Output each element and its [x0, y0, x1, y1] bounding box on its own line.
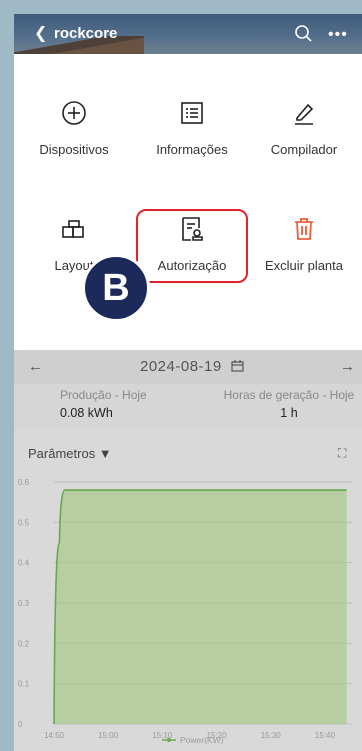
menu-item-label: Compilador	[270, 142, 338, 157]
selected-date[interactable]: 2024-08-19	[140, 358, 222, 375]
app-screen: ❮ rockcore ••• Dispositivos Informações …	[14, 14, 362, 751]
list-icon	[181, 102, 203, 124]
y-tick-label: 0.1	[18, 680, 30, 689]
app-header: ❮ rockcore •••	[14, 14, 362, 54]
fullscreen-icon[interactable]: ⛶	[338, 446, 346, 461]
x-tick-label: 15:00	[98, 731, 119, 740]
y-tick-label: 0.6	[18, 478, 30, 487]
next-day-arrow-icon[interactable]: →	[340, 358, 355, 375]
hours-label: Horas de geração - Hoje	[223, 388, 355, 402]
legend-label: Power(KW)	[180, 735, 224, 745]
menu-item-excluir-planta[interactable]: Excluir planta	[246, 214, 362, 273]
more-icon[interactable]: •••	[328, 26, 348, 44]
menu-item-label: Dispositivos	[39, 142, 109, 157]
y-tick-label: 0.2	[18, 639, 30, 648]
add-circle-icon	[62, 101, 86, 125]
menu-item-autorizacao[interactable]: Autorização	[134, 214, 250, 273]
layout-icon	[62, 220, 84, 238]
y-tick-label: 0.4	[18, 559, 30, 568]
menu-item-informacoes[interactable]: Informações	[134, 98, 250, 157]
pencil-icon	[295, 103, 314, 125]
plant-title: rockcore	[54, 25, 118, 42]
calendar-icon[interactable]	[231, 360, 244, 372]
production-label: Produção - Hoje	[60, 388, 147, 402]
back-chevron-icon[interactable]: ❮	[34, 26, 47, 42]
series-area	[54, 490, 347, 724]
authorization-icon	[182, 217, 203, 241]
menu-item-label: Excluir planta	[264, 258, 344, 273]
search-icon[interactable]	[294, 24, 314, 44]
prev-day-arrow-icon[interactable]: ←	[28, 358, 43, 375]
daily-stats: Produção - Hoje 0.08 kWh Horas de geraçã…	[14, 384, 362, 428]
legend-marker	[167, 738, 171, 742]
x-tick-label: 14:50	[44, 731, 65, 740]
hours-value: 1 h	[280, 406, 298, 420]
trash-icon	[295, 218, 313, 240]
x-tick-label: 15:30	[261, 731, 282, 740]
menu-item-label: Informações	[156, 142, 228, 157]
y-tick-label: 0.5	[18, 518, 30, 527]
menu-item-dispositivos[interactable]: Dispositivos	[16, 98, 132, 157]
production-stat: Produção - Hoje 0.08 kWh	[60, 388, 147, 420]
plant-menu: Dispositivos Informações Compilador Layo…	[14, 54, 362, 350]
step-badge: B	[82, 254, 150, 322]
production-value: 0.08 kWh	[60, 406, 113, 420]
y-tick-label: 0	[18, 720, 23, 729]
power-chart: 00.10.20.30.40.50.614:50 15:00 15:10 15:20 1…	[18, 478, 352, 745]
parameters-bar: Parâmetros ▼ ⛶	[14, 438, 362, 468]
hours-stat: Horas de geração - Hoje 1 h	[219, 388, 359, 420]
parameters-dropdown[interactable]: Parâmetros ▼	[28, 446, 112, 461]
x-tick-label: 15:40	[315, 731, 336, 740]
y-tick-label: 0.3	[18, 599, 30, 608]
date-bar: ← 2024-08-19 →	[14, 350, 362, 384]
menu-item-label: Autorização	[157, 258, 227, 273]
menu-item-compilador[interactable]: Compilador	[246, 98, 362, 157]
